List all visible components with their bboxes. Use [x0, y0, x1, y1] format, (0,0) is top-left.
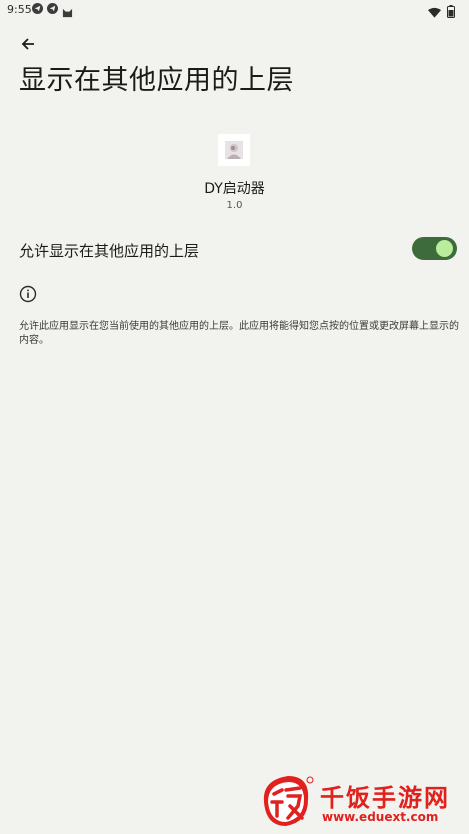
status-system-icons	[428, 3, 455, 22]
watermark-logo	[263, 776, 314, 826]
status-bar: 9:55	[0, 0, 469, 20]
telegram-icon	[47, 3, 58, 14]
switch-knob	[436, 240, 453, 257]
watermark-url: www.eduext.com	[322, 810, 439, 824]
app-name: DY启动器	[204, 181, 265, 197]
telegram-icon	[32, 3, 43, 14]
page-title: 显示在其他应用的上层	[19, 65, 294, 96]
arrow-left-icon	[21, 38, 34, 50]
info-icon	[19, 285, 37, 303]
status-time: 9:55	[7, 3, 32, 16]
watermark-title: 千饭手游网	[320, 784, 450, 812]
app-version: 1.0	[226, 200, 243, 211]
allow-overlay-setting-row[interactable]: 允许显示在其他应用的上层	[0, 232, 469, 266]
cat-icon	[62, 3, 73, 22]
watermark: 千饭手游网 www.eduext.com	[258, 770, 469, 834]
wifi-icon	[428, 3, 441, 22]
app-icon	[218, 134, 250, 166]
info-description: 允许此应用显示在您当前使用的其他应用的上层。此应用将能得知您点按的位置或更改屏幕…	[19, 321, 459, 346]
back-button[interactable]	[14, 32, 42, 56]
allow-overlay-switch[interactable]	[412, 237, 457, 260]
battery-icon	[447, 3, 455, 22]
allow-overlay-label: 允许显示在其他应用的上层	[19, 242, 200, 260]
status-notification-icons	[32, 3, 73, 22]
